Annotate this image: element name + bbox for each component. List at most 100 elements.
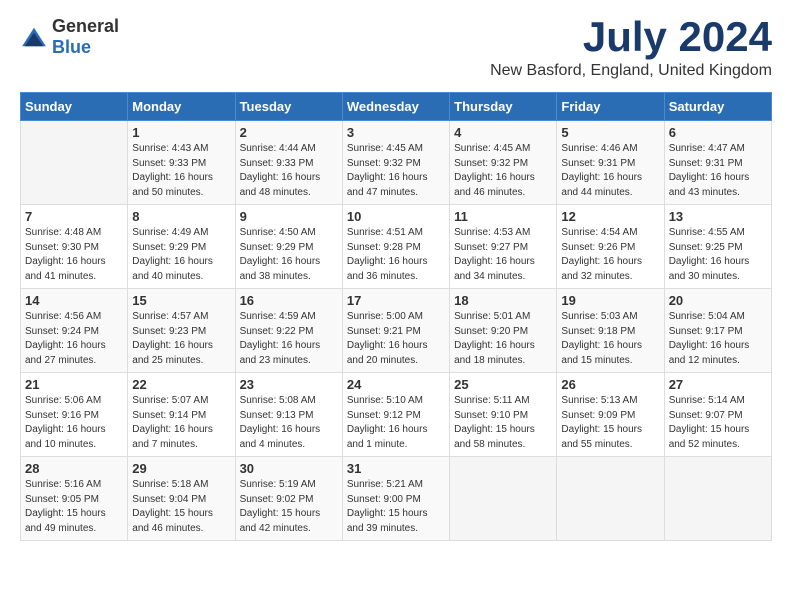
day-number: 20: [669, 293, 767, 308]
calendar-week-row: 1 Sunrise: 4:43 AM Sunset: 9:33 PM Daylig…: [21, 121, 772, 205]
day-info: Sunrise: 4:51 AM Sunset: 9:28 PM Dayligh…: [347, 226, 445, 284]
day-number: 29: [132, 461, 230, 476]
day-number: 2: [240, 125, 338, 140]
day-number: 15: [132, 293, 230, 308]
day-number: 13: [669, 209, 767, 224]
day-number: 5: [561, 125, 659, 140]
day-number: 1: [132, 125, 230, 140]
day-info: Sunrise: 4:44 AM Sunset: 9:33 PM Dayligh…: [240, 142, 338, 200]
calendar-week-row: 14Sunrise: 4:56 AM Sunset: 9:24 PM Dayli…: [21, 289, 772, 373]
day-info: Sunrise: 5:06 AM Sunset: 9:16 PM Dayligh…: [25, 394, 123, 452]
day-number: 26: [561, 377, 659, 392]
calendar-cell: 25 Sunrise: 5:11 AM Sunset: 9:10 PM Dayli…: [450, 373, 557, 457]
day-info: Sunrise: 4:43 AM Sunset: 9:33 PM Dayligh…: [132, 142, 230, 200]
day-number: 27: [669, 377, 767, 392]
day-number: 12: [561, 209, 659, 224]
day-number: 6: [669, 125, 767, 140]
header-wednesday: Wednesday: [342, 93, 449, 121]
calendar-cell: 2 Sunrise: 4:44 AM Sunset: 9:33 PM Daylig…: [235, 121, 342, 205]
day-info: Sunrise: 4:45 AM Sunset: 9:32 PM Dayligh…: [454, 142, 552, 200]
header-tuesday: Tuesday: [235, 93, 342, 121]
calendar-cell: 16 Sunrise: 4:59 AM Sunset: 9:22 PM Dayli…: [235, 289, 342, 373]
day-info: Sunrise: 5:00 AM Sunset: 9:21 PM Dayligh…: [347, 310, 445, 368]
calendar-cell: [664, 457, 771, 541]
calendar-week-row: 28 Sunrise: 5:16 AM Sunset: 9:05 PM Dayli…: [21, 457, 772, 541]
day-number: 11: [454, 209, 552, 224]
header-saturday: Saturday: [664, 93, 771, 121]
logo-general: General: [52, 16, 119, 36]
day-info: Sunrise: 5:01 AM Sunset: 9:20 PM Dayligh…: [454, 310, 552, 368]
calendar-cell: 23 Sunrise: 5:08 AM Sunset: 9:13 PM Dayli…: [235, 373, 342, 457]
calendar-table: SundayMondayTuesdayWednesdayThursdayFrid…: [20, 92, 772, 541]
day-number: 14: [25, 293, 123, 308]
logo: General Blue: [20, 16, 119, 58]
month-year-title: July 2024: [490, 16, 772, 58]
day-info: Sunrise: 4:54 AM Sunset: 9:26 PM Dayligh…: [561, 226, 659, 284]
location-subtitle: New Basford, England, United Kingdom: [490, 62, 772, 80]
logo-icon: [20, 26, 48, 48]
logo-text: General Blue: [52, 16, 119, 58]
calendar-cell: 3Sunrise: 4:45 AM Sunset: 9:32 PM Daylig…: [342, 121, 449, 205]
day-info: Sunrise: 5:18 AM Sunset: 9:04 PM Dayligh…: [132, 478, 230, 536]
calendar-cell: 7Sunrise: 4:48 AM Sunset: 9:30 PM Daylig…: [21, 205, 128, 289]
calendar-cell: 30Sunrise: 5:19 AM Sunset: 9:02 PM Dayli…: [235, 457, 342, 541]
calendar-cell: 27Sunrise: 5:14 AM Sunset: 9:07 PM Dayli…: [664, 373, 771, 457]
day-info: Sunrise: 5:03 AM Sunset: 9:18 PM Dayligh…: [561, 310, 659, 368]
day-number: 28: [25, 461, 123, 476]
day-number: 21: [25, 377, 123, 392]
day-info: Sunrise: 5:07 AM Sunset: 9:14 PM Dayligh…: [132, 394, 230, 452]
calendar-cell: 11Sunrise: 4:53 AM Sunset: 9:27 PM Dayli…: [450, 205, 557, 289]
day-number: 19: [561, 293, 659, 308]
day-number: 30: [240, 461, 338, 476]
calendar-cell: 18 Sunrise: 5:01 AM Sunset: 9:20 PM Dayli…: [450, 289, 557, 373]
calendar-week-row: 21 Sunrise: 5:06 AM Sunset: 9:16 PM Dayli…: [21, 373, 772, 457]
day-number: 9: [240, 209, 338, 224]
logo-blue: Blue: [52, 37, 91, 57]
header-sunday: Sunday: [21, 93, 128, 121]
day-number: 4: [454, 125, 552, 140]
day-info: Sunrise: 4:47 AM Sunset: 9:31 PM Dayligh…: [669, 142, 767, 200]
calendar-cell: 8 Sunrise: 4:49 AM Sunset: 9:29 PM Daylig…: [128, 205, 235, 289]
calendar-cell: 1 Sunrise: 4:43 AM Sunset: 9:33 PM Daylig…: [128, 121, 235, 205]
day-number: 18: [454, 293, 552, 308]
day-number: 22: [132, 377, 230, 392]
calendar-week-row: 7Sunrise: 4:48 AM Sunset: 9:30 PM Daylig…: [21, 205, 772, 289]
calendar-cell: 5Sunrise: 4:46 AM Sunset: 9:31 PM Daylig…: [557, 121, 664, 205]
day-info: Sunrise: 5:16 AM Sunset: 9:05 PM Dayligh…: [25, 478, 123, 536]
day-number: 31: [347, 461, 445, 476]
day-info: Sunrise: 5:08 AM Sunset: 9:13 PM Dayligh…: [240, 394, 338, 452]
day-number: 3: [347, 125, 445, 140]
calendar-cell: 31Sunrise: 5:21 AM Sunset: 9:00 PM Dayli…: [342, 457, 449, 541]
day-number: 24: [347, 377, 445, 392]
calendar-cell: [21, 121, 128, 205]
day-info: Sunrise: 5:10 AM Sunset: 9:12 PM Dayligh…: [347, 394, 445, 452]
calendar-cell: 21 Sunrise: 5:06 AM Sunset: 9:16 PM Dayli…: [21, 373, 128, 457]
calendar-cell: 26 Sunrise: 5:13 AM Sunset: 9:09 PM Dayli…: [557, 373, 664, 457]
header-monday: Monday: [128, 93, 235, 121]
day-info: Sunrise: 5:13 AM Sunset: 9:09 PM Dayligh…: [561, 394, 659, 452]
day-number: 16: [240, 293, 338, 308]
calendar-cell: 29 Sunrise: 5:18 AM Sunset: 9:04 PM Dayli…: [128, 457, 235, 541]
calendar-cell: 13Sunrise: 4:55 AM Sunset: 9:25 PM Dayli…: [664, 205, 771, 289]
day-number: 7: [25, 209, 123, 224]
page-header: General Blue July 2024 New Basford, Engl…: [20, 16, 772, 80]
calendar-cell: 9Sunrise: 4:50 AM Sunset: 9:29 PM Daylig…: [235, 205, 342, 289]
header-thursday: Thursday: [450, 93, 557, 121]
day-number: 10: [347, 209, 445, 224]
calendar-cell: [450, 457, 557, 541]
day-number: 8: [132, 209, 230, 224]
calendar-cell: 22 Sunrise: 5:07 AM Sunset: 9:14 PM Dayli…: [128, 373, 235, 457]
calendar-cell: 12 Sunrise: 4:54 AM Sunset: 9:26 PM Dayli…: [557, 205, 664, 289]
calendar-cell: 19 Sunrise: 5:03 AM Sunset: 9:18 PM Dayli…: [557, 289, 664, 373]
calendar-cell: 17Sunrise: 5:00 AM Sunset: 9:21 PM Dayli…: [342, 289, 449, 373]
day-info: Sunrise: 4:49 AM Sunset: 9:29 PM Dayligh…: [132, 226, 230, 284]
day-info: Sunrise: 4:59 AM Sunset: 9:22 PM Dayligh…: [240, 310, 338, 368]
day-info: Sunrise: 5:11 AM Sunset: 9:10 PM Dayligh…: [454, 394, 552, 452]
calendar-cell: 6 Sunrise: 4:47 AM Sunset: 9:31 PM Daylig…: [664, 121, 771, 205]
calendar-cell: 14Sunrise: 4:56 AM Sunset: 9:24 PM Dayli…: [21, 289, 128, 373]
day-number: 23: [240, 377, 338, 392]
calendar-cell: 4 Sunrise: 4:45 AM Sunset: 9:32 PM Daylig…: [450, 121, 557, 205]
calendar-cell: 28 Sunrise: 5:16 AM Sunset: 9:05 PM Dayli…: [21, 457, 128, 541]
calendar-cell: 24 Sunrise: 5:10 AM Sunset: 9:12 PM Dayli…: [342, 373, 449, 457]
day-number: 25: [454, 377, 552, 392]
